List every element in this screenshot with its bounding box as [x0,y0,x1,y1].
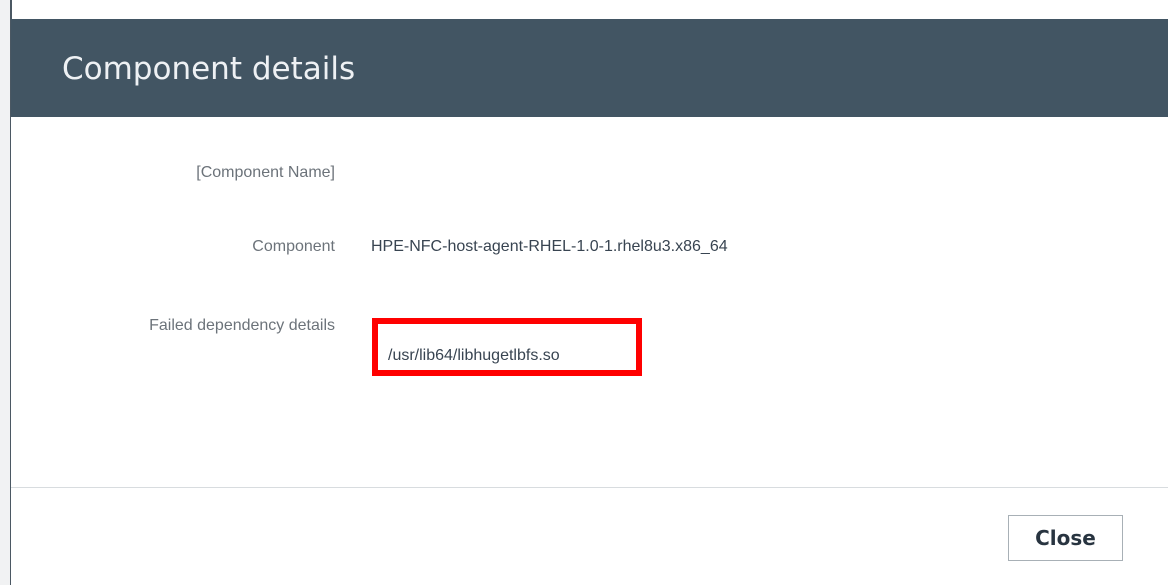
close-button[interactable]: Close [1008,515,1123,561]
highlight-annotation-box [372,318,642,376]
failed-dependency-label: Failed dependency details [149,317,335,334]
component-label: Component [252,238,335,255]
page: Component details [Component Name] Compo… [0,0,1168,585]
component-name-label: [Component Name] [196,164,335,181]
dialog-footer: Close [11,487,1168,585]
dialog-body: [Component Name] Component HPE-NFC-host-… [11,117,1168,487]
dialog-header: Component details [11,19,1168,117]
dialog-title: Component details [62,51,356,87]
component-value: HPE-NFC-host-agent-RHEL-1.0-1.rhel8u3.x8… [371,238,728,255]
